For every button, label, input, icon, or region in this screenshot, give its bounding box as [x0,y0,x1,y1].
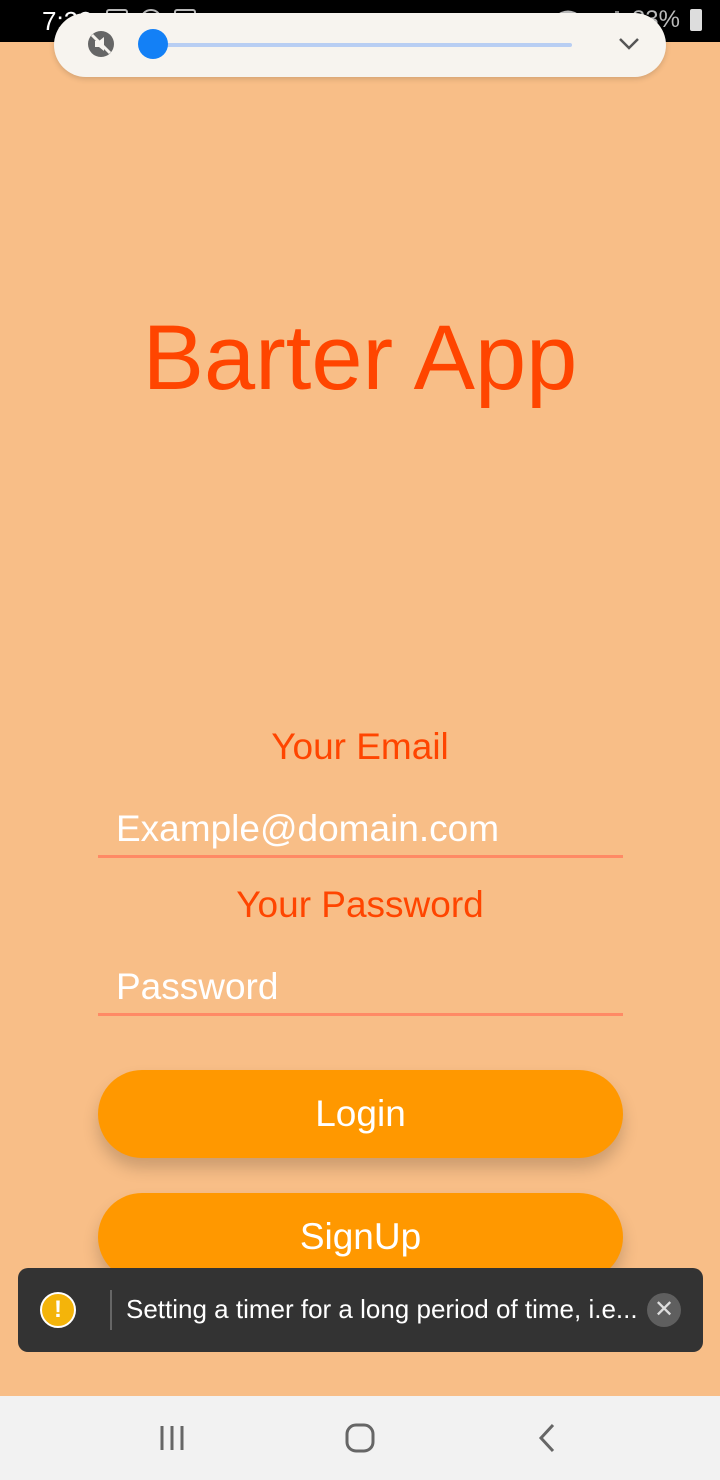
volume-panel [54,13,666,77]
recent-apps-icon[interactable] [150,1416,194,1460]
toast-message: Setting a timer for a long period of tim… [126,1294,638,1324]
toast-divider [110,1290,112,1330]
mute-icon[interactable] [86,29,116,59]
close-icon[interactable]: ✕ [647,1293,681,1327]
warning-toast[interactable]: ! Setting a timer for a long period of t… [18,1268,703,1352]
email-label: Your Email [271,726,449,767]
volume-slider-track[interactable] [154,43,572,47]
password-input[interactable] [98,960,623,1016]
back-icon[interactable] [526,1416,570,1460]
warning-icon: ! [40,1292,76,1328]
app-title: Barter App [142,307,578,409]
chevron-down-icon[interactable] [616,31,642,57]
email-input[interactable] [98,802,623,858]
password-label: Your Password [236,884,484,925]
battery-icon [690,9,702,31]
volume-slider-thumb[interactable] [138,29,168,59]
navigation-bar [0,1396,720,1480]
login-button[interactable]: Login [98,1070,623,1158]
home-icon[interactable] [338,1416,382,1460]
